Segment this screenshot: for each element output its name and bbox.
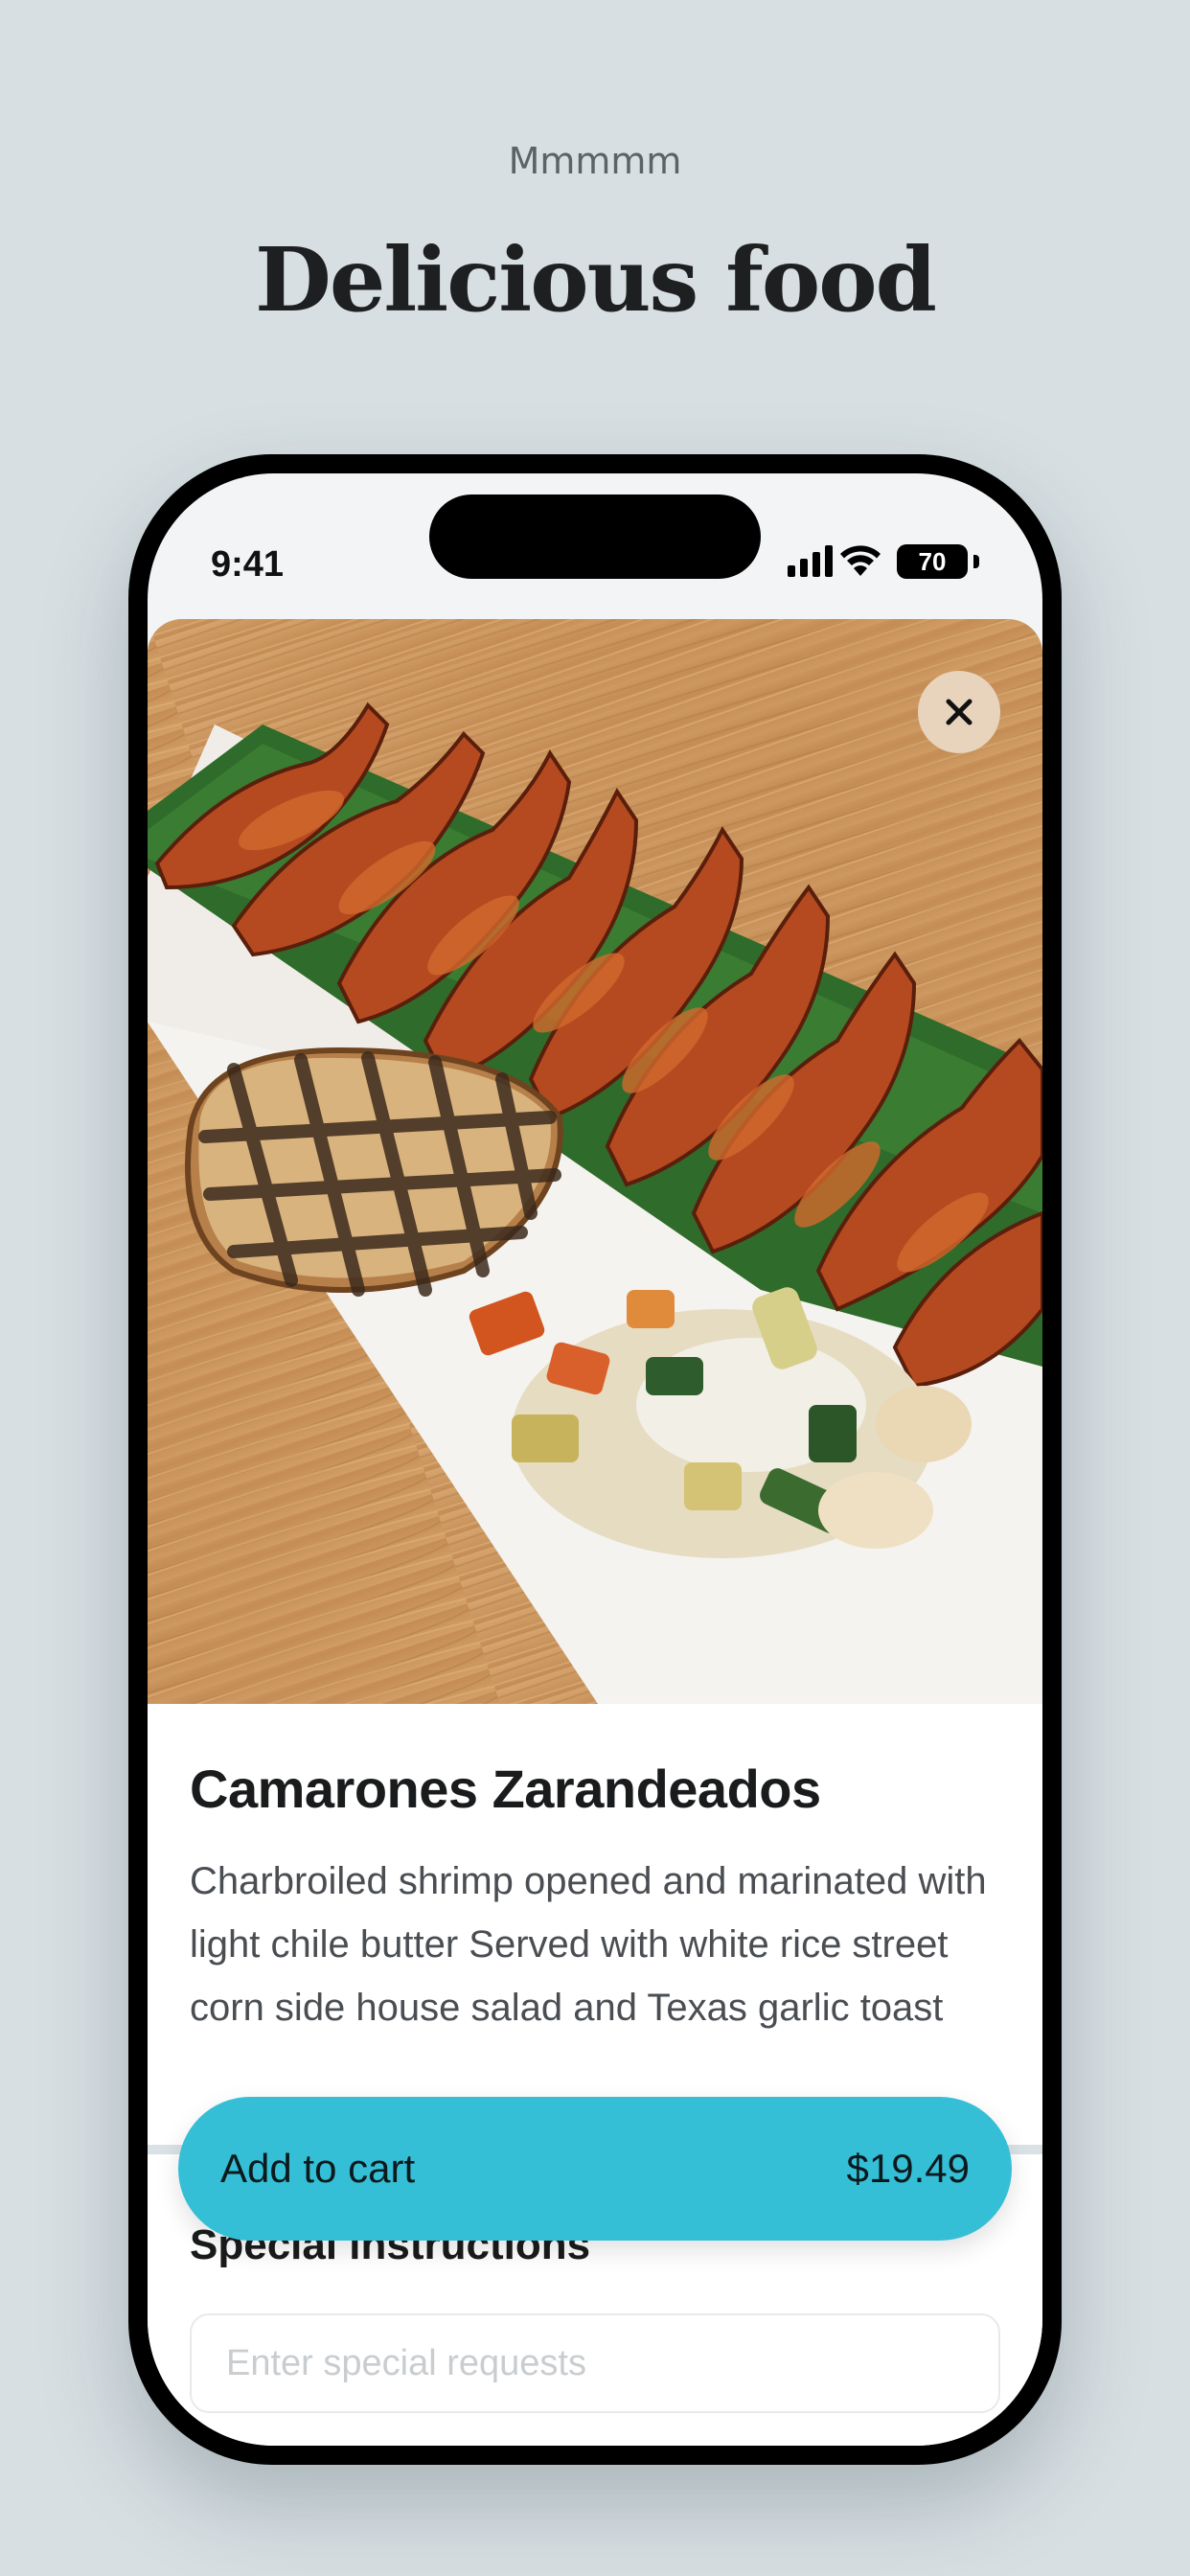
battery-cap (973, 555, 979, 568)
wifi-icon (840, 545, 881, 576)
promo-eyebrow: Mmmmm (508, 140, 682, 182)
battery-icon: 70 (897, 544, 979, 579)
add-to-cart-label: Add to cart (220, 2146, 416, 2191)
phone-screen: 9:41 70 Camarones Zarandeados Charbroile… (148, 473, 1042, 2446)
special-instructions-input[interactable]: Enter special requests (190, 2313, 1000, 2413)
item-description: Charbroiled shrimp opened and marinated … (190, 1860, 987, 2029)
item-image (148, 619, 1042, 1704)
battery-level: 70 (897, 544, 968, 579)
promo-title: Delicious food (255, 228, 937, 332)
close-icon (946, 699, 973, 725)
add-to-cart-button[interactable]: Add to cart $19.49 (178, 2097, 1012, 2241)
signal-icon (788, 545, 833, 577)
item-name: Camarones Zarandeados (190, 1759, 821, 1819)
cart-price: $19.49 (846, 2146, 970, 2191)
status-icons: 70 (778, 540, 979, 583)
close-button[interactable] (918, 671, 1000, 753)
status-time: 9:41 (211, 544, 285, 585)
phone-frame: 9:41 70 Camarones Zarandeados Charbroile… (128, 454, 1062, 2465)
dynamic-island (429, 494, 761, 579)
food-photo (148, 619, 1042, 1704)
